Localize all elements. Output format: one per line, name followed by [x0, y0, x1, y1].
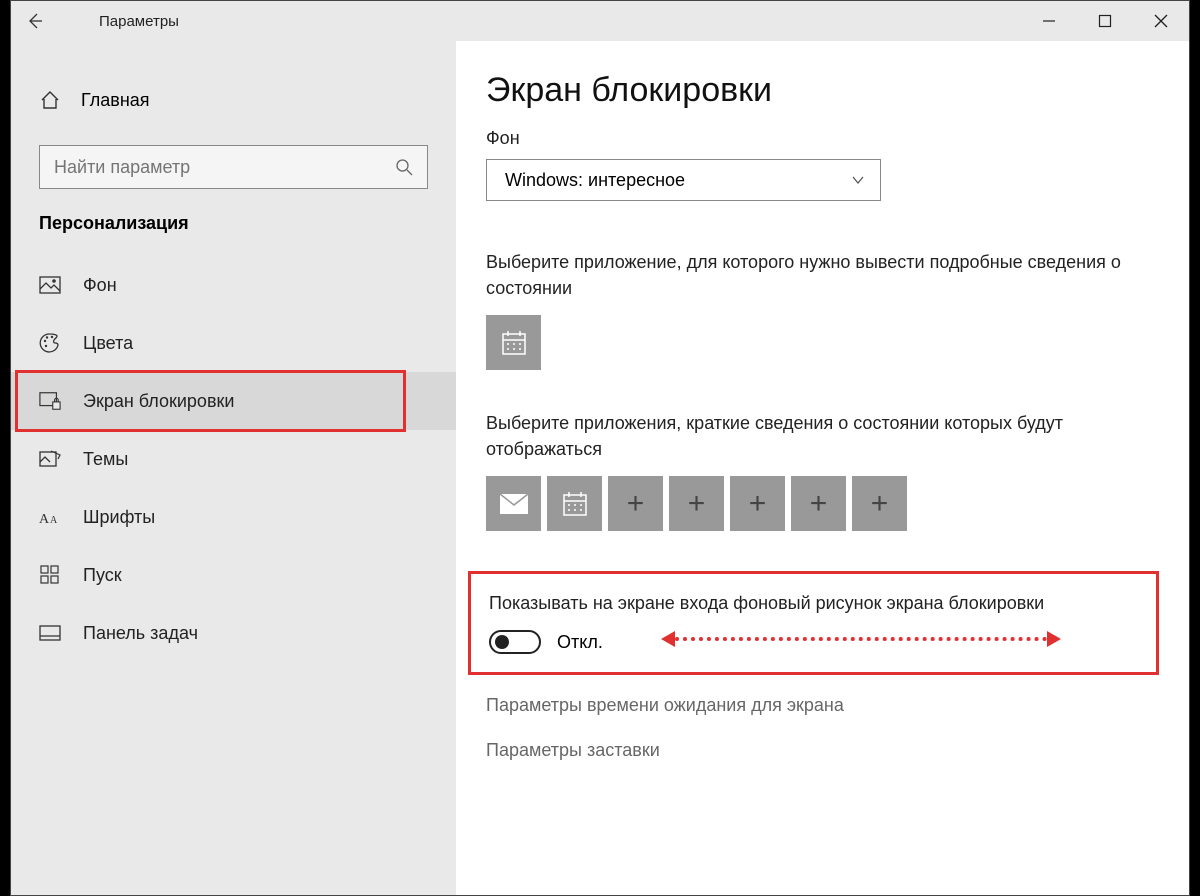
app-tile-add-4[interactable]: +: [791, 476, 846, 531]
annotation-arrow: [661, 630, 1061, 648]
calendar-icon: [500, 329, 528, 357]
sidebar-home-label: Главная: [81, 90, 150, 111]
sidebar-item-label: Фон: [83, 275, 117, 296]
back-button[interactable]: [15, 1, 55, 41]
home-icon: [39, 89, 61, 111]
sidebar-home[interactable]: Главная: [11, 71, 456, 129]
mail-icon: [499, 493, 529, 515]
minimize-icon: [1042, 14, 1056, 28]
sidebar-item-label: Экран блокировки: [83, 391, 234, 412]
palette-icon: [39, 332, 61, 354]
calendar-icon: [561, 490, 589, 518]
themes-icon: [39, 448, 61, 470]
start-icon: [39, 564, 61, 586]
settings-window: Параметры Главная: [10, 0, 1190, 896]
screensaver-link[interactable]: Параметры заставки: [486, 740, 1189, 761]
annotation-highlight-box: Показывать на экране входа фоновый рисун…: [468, 571, 1159, 675]
titlebar: Параметры: [11, 1, 1189, 41]
minimize-button[interactable]: [1021, 1, 1077, 41]
sidebar-item-background[interactable]: Фон: [11, 256, 456, 314]
plus-icon: +: [749, 487, 767, 521]
sidebar-item-fonts[interactable]: AA Шрифты: [11, 488, 456, 546]
toggle-knob: [495, 635, 509, 649]
plus-icon: +: [810, 487, 828, 521]
detailed-app-row: [486, 315, 1189, 370]
sidebar-section: Персонализация: [11, 213, 456, 234]
arrow-left-icon: [25, 11, 45, 31]
plus-icon: +: [627, 487, 645, 521]
background-dropdown[interactable]: Windows: интересное: [486, 159, 881, 201]
picture-icon: [39, 274, 61, 296]
detailed-status-label: Выберите приложение, для которого нужно …: [486, 249, 1126, 301]
sidebar-item-label: Цвета: [83, 333, 133, 354]
search-input[interactable]: [54, 157, 377, 178]
search-icon: [395, 158, 413, 176]
plus-icon: +: [871, 487, 889, 521]
app-tile-add-2[interactable]: +: [669, 476, 724, 531]
plus-icon: +: [688, 487, 706, 521]
background-label: Фон: [486, 128, 1189, 149]
svg-text:A: A: [39, 512, 50, 527]
svg-text:A: A: [50, 515, 58, 526]
maximize-icon: [1098, 14, 1112, 28]
sidebar-item-label: Шрифты: [83, 507, 155, 528]
sidebar-item-start[interactable]: Пуск: [11, 546, 456, 604]
sidebar-item-lockscreen[interactable]: Экран блокировки: [11, 372, 456, 430]
app-tile-add-5[interactable]: +: [852, 476, 907, 531]
sidebar: Главная Персонализация Фон Цвета: [11, 41, 456, 895]
sidebar-item-label: Темы: [83, 449, 128, 470]
quick-app-row: + + + + +: [486, 476, 1189, 531]
app-tile-add-1[interactable]: +: [608, 476, 663, 531]
lockscreen-icon: [39, 390, 61, 412]
close-button[interactable]: [1133, 1, 1189, 41]
sidebar-item-label: Панель задач: [83, 623, 198, 644]
app-tile-calendar[interactable]: [486, 315, 541, 370]
app-tile-mail[interactable]: [486, 476, 541, 531]
content-pane: Экран блокировки Фон Windows: интересное…: [456, 41, 1189, 895]
app-tile-calendar-2[interactable]: [547, 476, 602, 531]
close-icon: [1154, 14, 1168, 28]
page-title: Экран блокировки: [486, 71, 1189, 110]
sidebar-item-taskbar[interactable]: Панель задач: [11, 604, 456, 662]
fonts-icon: AA: [39, 506, 61, 528]
app-tile-add-3[interactable]: +: [730, 476, 785, 531]
sidebar-item-colors[interactable]: Цвета: [11, 314, 456, 372]
search-box[interactable]: [39, 145, 428, 189]
quick-status-label: Выберите приложения, краткие сведения о …: [486, 410, 1126, 462]
taskbar-icon: [39, 622, 61, 644]
maximize-button[interactable]: [1077, 1, 1133, 41]
sidebar-item-themes[interactable]: Темы: [11, 430, 456, 488]
toggle-state: Откл.: [557, 632, 603, 653]
signin-background-toggle[interactable]: [489, 630, 541, 654]
screen-timeout-link[interactable]: Параметры времени ожидания для экрана: [486, 695, 1189, 716]
toggle-label: Показывать на экране входа фоновый рисун…: [489, 590, 1129, 616]
window-controls: [1021, 1, 1189, 41]
window-title: Параметры: [99, 13, 179, 30]
dropdown-value: Windows: интересное: [505, 170, 685, 191]
sidebar-item-label: Пуск: [83, 565, 122, 586]
chevron-down-icon: [850, 172, 866, 188]
